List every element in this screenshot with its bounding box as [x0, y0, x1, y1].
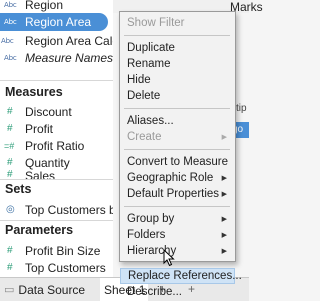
dimension-item-region-area-calc[interactable]: Abc Region Area Calc [0, 32, 113, 49]
menu-item-label: Duplicate [127, 42, 175, 54]
set-label: Top Customers b [25, 202, 113, 217]
menu-item-label: Create [127, 131, 162, 143]
menu-item-label: Convert to Measure [127, 156, 228, 168]
measure-item-discount[interactable]: # Discount [0, 103, 113, 120]
dimension-label: Region Area Calc [25, 33, 113, 48]
menu-item-label: Aliases... [127, 115, 174, 127]
string-type-icon: Abc [4, 0, 17, 9]
parameter-item-top-customers[interactable]: # Top Customers [0, 259, 113, 276]
menu-item-replace-references[interactable]: Replace References... [120, 268, 242, 284]
menu-item-hide[interactable]: Hide [120, 72, 235, 88]
field-context-menu: Show Filter Duplicate Rename Hide Delete Alia… [119, 11, 242, 298]
menu-item-label: Rename [127, 58, 171, 70]
string-type-icon: Abc [4, 53, 17, 62]
submenu-arrow-icon: ▶ [221, 175, 227, 182]
section-divider [0, 179, 113, 180]
menu-item-geographic-role[interactable]: Geographic Role ▶ [120, 170, 235, 186]
menu-item-label: Describe... [127, 286, 182, 298]
menu-item-describe[interactable]: Describe... [120, 284, 235, 300]
calculated-numeric-icon: =# [4, 140, 15, 151]
submenu-arrow-icon: ▶ [221, 191, 227, 198]
dimension-item-region-area[interactable]: Abc Region Area [0, 13, 113, 30]
section-divider [0, 80, 113, 81]
menu-item-label: Geographic Role [127, 172, 214, 184]
parameter-numeric-icon: # [7, 245, 13, 256]
menu-separator [124, 149, 230, 150]
data-pane: Abc Region Abc Region Area Abc Region Ar… [0, 0, 113, 277]
measure-label: Profit [25, 121, 54, 136]
dimension-label: Region [25, 0, 64, 12]
parameter-label: Profit Bin Size [25, 243, 101, 258]
string-type-icon: Abc [4, 17, 17, 26]
calculated-string-type-icon: Abc [1, 36, 14, 45]
menu-item-label: Group by [127, 213, 175, 225]
dimension-item-region[interactable]: Abc Region [0, 0, 113, 13]
measure-item-profit-ratio[interactable]: =# Profit Ratio [0, 137, 113, 154]
measures-header: Measures [5, 85, 63, 99]
numeric-type-icon: # [7, 123, 13, 134]
menu-item-convert-to-measure[interactable]: Convert to Measure [120, 154, 235, 170]
parameter-numeric-icon: # [7, 262, 13, 273]
submenu-arrow-icon: ▶ [221, 248, 227, 255]
menu-separator [124, 263, 230, 264]
menu-item-label: Show Filter [127, 17, 185, 29]
submenu-arrow-icon: ▶ [221, 232, 227, 239]
menu-item-label: Delete [127, 90, 161, 102]
measure-label: Profit Ratio [25, 138, 85, 153]
tooltip-fragment[interactable]: tip [236, 103, 247, 114]
dimension-label: Measure Names [25, 50, 113, 65]
menu-separator [124, 35, 230, 36]
tab-data-source[interactable]: ▭ Data Source [0, 278, 100, 301]
dimension-label: Region Area [25, 14, 92, 29]
menu-separator [124, 108, 230, 109]
menu-item-aliases[interactable]: Aliases... [120, 113, 235, 129]
sets-header: Sets [5, 182, 32, 196]
menu-item-delete[interactable]: Delete [120, 88, 235, 104]
menu-item-group-by[interactable]: Group by ▶ [120, 211, 235, 227]
menu-item-duplicate[interactable]: Duplicate [120, 40, 235, 56]
menu-item-create: Create ▶ [120, 129, 235, 145]
measure-label: Discount [25, 104, 72, 119]
mouse-cursor-icon [163, 249, 175, 267]
menu-separator [124, 206, 230, 207]
measure-item-sales[interactable]: # Sales [0, 169, 113, 179]
menu-item-label: Default Properties [127, 188, 220, 200]
menu-item-default-properties[interactable]: Default Properties ▶ [120, 186, 235, 202]
measure-label: Quantity [25, 155, 70, 170]
numeric-type-icon: # [7, 106, 13, 117]
parameters-header: Parameters [5, 223, 74, 237]
menu-item-label: Folders [127, 229, 166, 241]
set-icon: ◎ [6, 204, 15, 215]
menu-item-hierarchy[interactable]: Hierarchy ▶ [120, 243, 235, 259]
menu-item-show-filter: Show Filter [120, 15, 235, 31]
section-divider [0, 220, 113, 221]
menu-item-rename[interactable]: Rename [120, 56, 235, 72]
measure-item-profit[interactable]: # Profit [0, 120, 113, 137]
parameter-label: Top Customers [25, 260, 106, 275]
menu-item-label: Replace References... [128, 270, 242, 282]
measure-label: Sales [25, 169, 56, 179]
set-item-top-customers[interactable]: ◎ Top Customers b [0, 201, 113, 218]
database-icon: ▭ [4, 284, 15, 296]
parameter-item-profit-bin-size[interactable]: # Profit Bin Size [0, 242, 113, 259]
submenu-arrow-icon: ▶ [221, 216, 227, 223]
dimension-item-measure-names[interactable]: Abc Measure Names [0, 49, 113, 66]
numeric-type-icon: # [7, 169, 13, 179]
numeric-type-icon: # [7, 157, 13, 168]
tab-data-source-label: Data Source [18, 282, 86, 297]
menu-item-label: Hide [127, 74, 151, 86]
submenu-arrow-icon: ▶ [221, 134, 227, 141]
menu-item-folders[interactable]: Folders ▶ [120, 227, 235, 243]
